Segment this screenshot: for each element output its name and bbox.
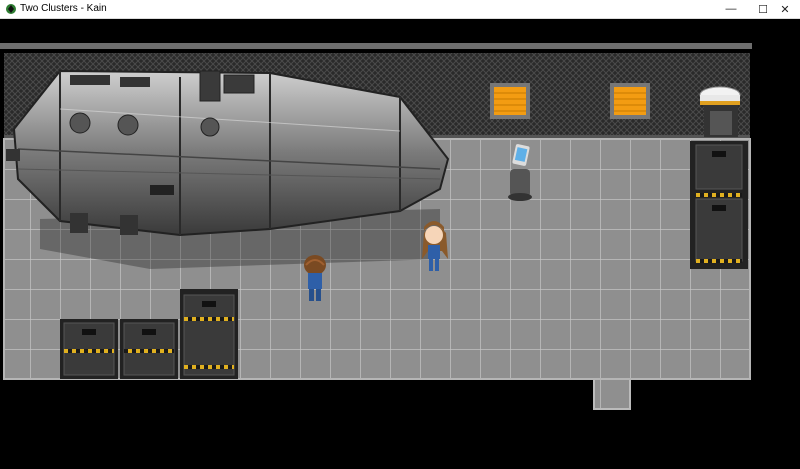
exit-corridor[interactable] [594,379,630,409]
cargo-lift-2[interactable] [120,319,178,379]
spaceship[interactable] [6,69,450,237]
hangar-map [0,43,752,410]
orange-wall-panel-1 [490,83,530,119]
cargo-lift-right[interactable] [690,141,748,269]
app-icon [6,4,16,14]
reactor-pillar[interactable] [699,86,741,137]
game-viewport[interactable] [0,19,800,469]
orange-wall-panel-2 [610,83,650,119]
close-button[interactable]: ✕ [770,0,800,18]
cargo-lift-3[interactable] [180,289,238,379]
window-title: Two Clusters - Kain [20,3,107,14]
cargo-lift-1[interactable] [60,319,118,379]
top-border [0,43,752,49]
window-titlebar: Two Clusters - Kain — ☐ ✕ [0,0,800,19]
